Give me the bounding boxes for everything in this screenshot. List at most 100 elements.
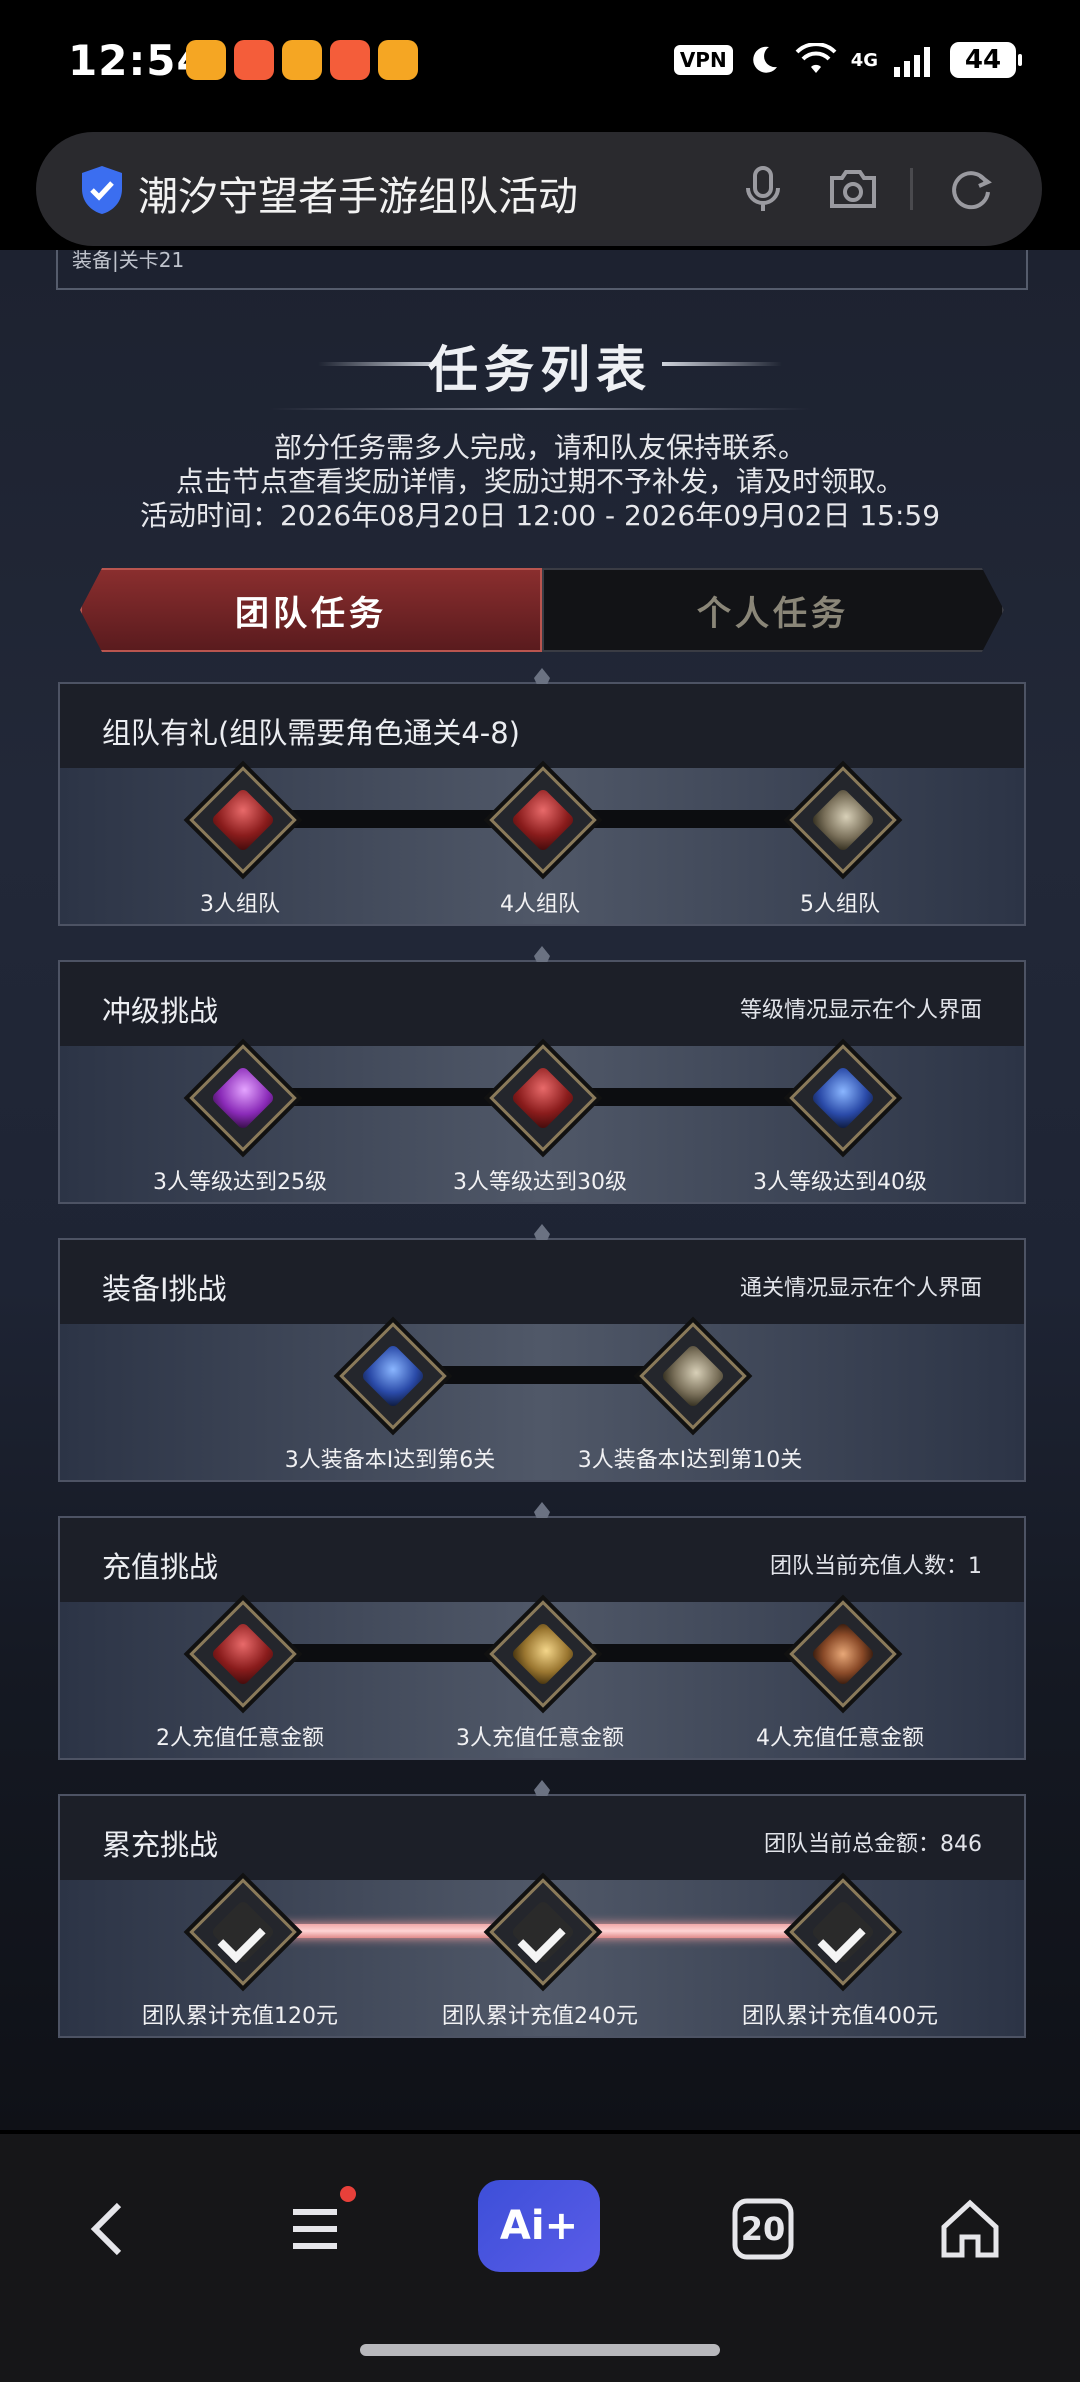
panel-note: 团队当前总金额：846: [764, 1832, 982, 1857]
weibo-icon: [282, 40, 322, 80]
node-label: 团队累计充值400元: [742, 2004, 938, 2029]
node-label: 3人等级达到40级: [753, 1170, 927, 1195]
node-label: 3人组队: [200, 892, 280, 917]
node-label: 团队累计充值240元: [442, 2004, 638, 2029]
reward-node-claimed[interactable]: [189, 1878, 297, 1986]
panel-title: 充值挑战: [102, 1550, 219, 1584]
page-title: 任务列表: [428, 341, 652, 399]
back-button[interactable]: [62, 2184, 152, 2274]
panel-note: 等级情况显示在个人界面: [739, 998, 982, 1023]
checkmark-icon: [810, 1899, 876, 1965]
node-label: 3人等级达到30级: [453, 1170, 627, 1195]
reward-node-claimed[interactable]: [489, 1878, 597, 1986]
menu-icon: [293, 2209, 337, 2249]
reward-node[interactable]: [789, 1044, 897, 1152]
red-gem-icon: [210, 1621, 276, 1687]
status-right: VPN 4G 44: [673, 42, 1022, 78]
reward-node[interactable]: [489, 1600, 597, 1708]
gold-relic-icon: [510, 1621, 576, 1687]
node-label: 4人充值任意金额: [756, 1726, 924, 1751]
vpn-badge: VPN: [673, 45, 733, 75]
panel-header: 冲级挑战 等级情况显示在个人界面: [60, 962, 1024, 1046]
node-label: 5人组队: [800, 892, 880, 917]
armor-chest-icon: [660, 1343, 726, 1409]
reward-node[interactable]: [489, 1044, 597, 1152]
reward-node[interactable]: [189, 766, 297, 874]
shield-icon: [82, 166, 122, 214]
notification-icons: [186, 40, 418, 80]
notification-dot: [340, 2186, 356, 2202]
blue-orb-icon: [360, 1343, 426, 1409]
flower-app-icon: [234, 40, 274, 80]
panel-note: 团队当前充值人数：1: [770, 1554, 982, 1579]
checkmark-icon: [517, 1915, 566, 1964]
reward-node-claimed[interactable]: [789, 1878, 897, 1986]
camera-icon[interactable]: [826, 162, 880, 216]
panel-note: 通关情况显示在个人界面: [739, 1276, 982, 1301]
title-underline: [270, 408, 810, 410]
moon-icon: [752, 46, 777, 73]
panel-body: 2人充值任意金额 3人充值任意金额 4人充值任意金额: [60, 1600, 1024, 1758]
node-label: 3人充值任意金额: [456, 1726, 624, 1751]
task-panel-equipment-challenge: 装备Ⅰ挑战 通关情况显示在个人界面 3人装备本Ⅰ达到第6关 3人装备本Ⅰ达到第1…: [58, 1224, 1026, 1482]
wifi-icon: [795, 43, 837, 73]
tabs-count: 20: [740, 2210, 786, 2248]
tab-personal-tasks[interactable]: 个人任务: [542, 568, 1004, 652]
node-label: 3人装备本Ⅰ达到第6关: [284, 1448, 496, 1473]
task-panel-recharge-challenge: 充值挑战 团队当前充值人数：1 2人充值任意金额 3人充值任意金额 4人充值任意…: [58, 1502, 1026, 1760]
panel-body: 团队累计充值120元 团队累计充值240元 团队累计充值400元: [60, 1878, 1024, 2036]
armor-icon: [810, 787, 876, 853]
flower-app-icon: [330, 40, 370, 80]
checkmark-icon: [510, 1899, 576, 1965]
weibo-icon: [186, 40, 226, 80]
panel-title: 冲级挑战: [102, 994, 219, 1028]
reward-node[interactable]: [189, 1044, 297, 1152]
red-gem-icon: [210, 787, 276, 853]
panel-title: 累充挑战: [102, 1828, 219, 1862]
ai-assistant-button[interactable]: Ai+: [478, 2180, 600, 2272]
panel-header: 装备Ⅰ挑战 通关情况显示在个人界面: [60, 1240, 1024, 1324]
search-query[interactable]: 潮汐守望者手游组队活动: [138, 164, 578, 222]
reward-node[interactable]: [489, 766, 597, 874]
microphone-icon[interactable]: [736, 162, 790, 216]
home-indicator: [360, 2344, 720, 2356]
signal-icon: [894, 47, 930, 77]
refresh-icon[interactable]: [944, 162, 998, 216]
previous-section-frame: [56, 250, 1028, 290]
task-panel-cumulative-recharge: 累充挑战 团队当前总金额：846 团队累计充值120元 团队累计充值240元 团…: [58, 1780, 1026, 2038]
purple-crystal-icon: [210, 1065, 276, 1131]
panel-body: 3人等级达到25级 3人等级达到30级 3人等级达到40级: [60, 1044, 1024, 1202]
tabs-button[interactable]: 20: [718, 2184, 808, 2274]
task-panel-team-gift: 组队有礼(组队需要角色通关4-8) 3人组队 4人组队 5人组队: [58, 668, 1026, 926]
panel-title: 装备Ⅰ挑战: [102, 1272, 227, 1306]
divider: [910, 168, 913, 210]
node-label: 2人充值任意金额: [156, 1726, 324, 1751]
panel-header: 充值挑战 团队当前充值人数：1: [60, 1518, 1024, 1602]
reward-node[interactable]: [339, 1322, 447, 1430]
browser-bottom-nav: Ai+ 20: [0, 2134, 1080, 2382]
checkmark-icon: [210, 1899, 276, 1965]
tab-team-tasks[interactable]: 团队任务: [80, 568, 542, 652]
node-label: 3人等级达到25级: [153, 1170, 327, 1195]
panel-header: 累充挑战 团队当前总金额：846: [60, 1796, 1024, 1880]
reward-node[interactable]: [789, 766, 897, 874]
reward-node[interactable]: [639, 1322, 747, 1430]
red-gem-icon: [510, 1065, 576, 1131]
reward-node[interactable]: [789, 1600, 897, 1708]
reward-node[interactable]: [189, 1600, 297, 1708]
home-button[interactable]: [925, 2184, 1015, 2274]
blue-orb-icon: [810, 1065, 876, 1131]
status-bar: 12:54 VPN 4G 44: [0, 0, 1080, 122]
bread-icon: [810, 1621, 876, 1687]
network-type: 4G: [850, 49, 878, 71]
weibo-icon: [378, 40, 418, 80]
task-panel-level-challenge: 冲级挑战 等级情况显示在个人界面 3人等级达到25级 3人等级达到30级 3人等…: [58, 946, 1026, 1204]
browser-search-bar[interactable]: 潮汐守望者手游组队活动: [36, 132, 1042, 246]
panel-body: 3人装备本Ⅰ达到第6关 3人装备本Ⅰ达到第10关: [60, 1322, 1024, 1480]
panel-header: 组队有礼(组队需要角色通关4-8): [60, 684, 1024, 768]
checkmark-icon: [817, 1915, 866, 1964]
activity-page: 装备|关卡21 任务列表 部分任务需多人完成，请和队友保持联系。 点击节点查看奖…: [0, 250, 1080, 2130]
activity-time: 活动时间：2026年08月20日 12:00 - 2026年09月02日 15:…: [139, 499, 941, 532]
node-label: 团队累计充值120元: [142, 2004, 338, 2029]
checkmark-icon: [217, 1915, 266, 1964]
